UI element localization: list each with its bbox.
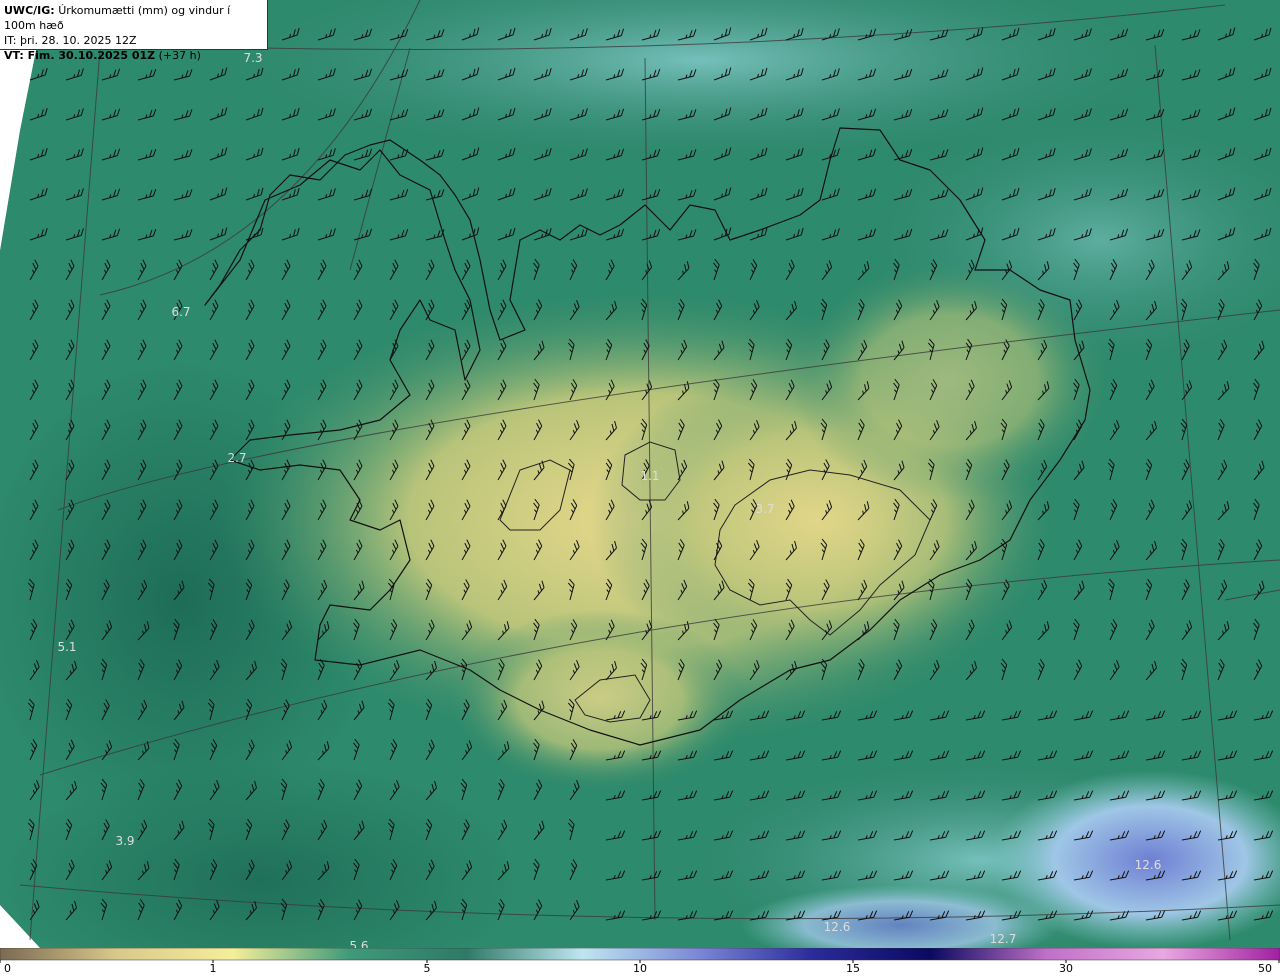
- precip-label: 3.9: [115, 834, 134, 848]
- colorbar-tick-label: 10: [633, 962, 647, 975]
- precip-label: 5.6: [349, 939, 368, 948]
- init-time: IT: þri. 28. 10. 2025 12Z: [4, 34, 137, 47]
- colorbar: 0 1 5 10 15 30 50: [0, 948, 1280, 978]
- precip-label: 5.1: [57, 640, 76, 654]
- valid-time: VT: Fim. 30.10.2025 01Z: [4, 49, 156, 62]
- title-line: UWC/IG: Úrkomumætti (mm) og vindur í 100…: [4, 3, 263, 33]
- forecast-map: 7.3 6.7 2.7 5.1 3.9 5.6 1.1 3.7 12.6 12.…: [0, 0, 1280, 948]
- colorbar-tick-label: 1: [209, 962, 217, 975]
- precip-label: 3.7: [755, 502, 774, 516]
- model-name: UWC/IG:: [4, 4, 55, 17]
- colorbar-tick-label: 15: [846, 962, 860, 975]
- precip-label: 1.1: [640, 469, 659, 483]
- precip-label: 6.7: [171, 305, 190, 319]
- colorbar-tick-label: 50: [1258, 962, 1272, 975]
- precip-label: 2.7: [227, 451, 246, 465]
- colorbar-tick-label: 30: [1059, 962, 1073, 975]
- precip-label: 12.6: [824, 920, 851, 934]
- precip-label: 12.7: [990, 932, 1017, 946]
- precip-label: 12.6: [1135, 858, 1162, 872]
- lead-time: (+37 h): [158, 49, 201, 62]
- map-header: UWC/IG: Úrkomumætti (mm) og vindur í 100…: [0, 0, 268, 62]
- colorbar-tick-label: 5: [423, 962, 431, 975]
- valid-line: VT: Fim. 30.10.2025 01Z (+37 h): [4, 48, 263, 63]
- colorbar-tick-label: 0: [4, 962, 11, 975]
